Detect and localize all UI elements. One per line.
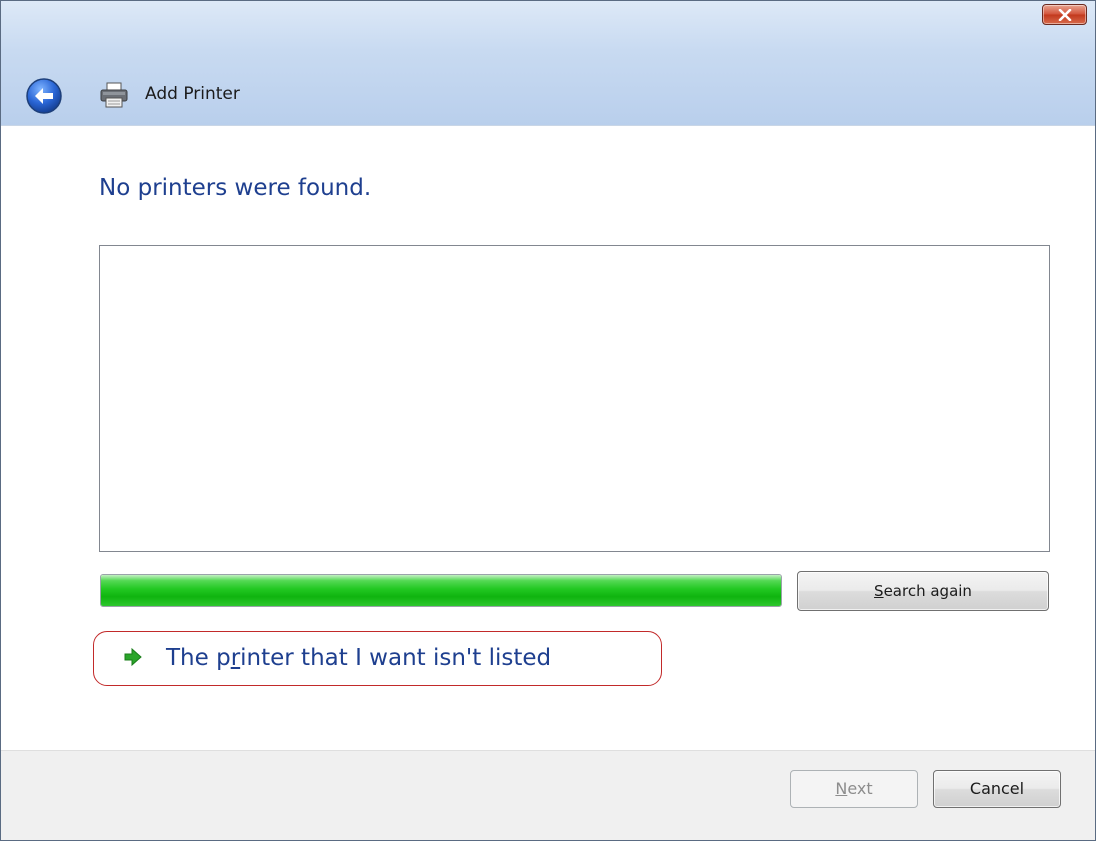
back-arrow-icon (26, 78, 62, 114)
search-again-button[interactable]: Search again (797, 571, 1049, 611)
next-button[interactable]: Next (790, 770, 918, 808)
back-button[interactable] (25, 77, 63, 115)
printer-list[interactable] (99, 245, 1050, 552)
dialog-footer (1, 750, 1095, 840)
printer-not-listed-link[interactable]: The printer that I want isn't listed (93, 631, 662, 686)
cancel-label: Cancel (969, 779, 1025, 798)
title-bar: Add Printer (1, 1, 1095, 126)
search-again-label: Search again (874, 582, 972, 600)
green-arrow-icon (124, 647, 142, 667)
cancel-button[interactable]: Cancel (933, 770, 1061, 808)
search-progress-bar (100, 574, 782, 607)
printer-icon (99, 82, 129, 108)
next-label: Next (835, 779, 873, 798)
printer-not-listed-label: The printer that I want isn't listed (166, 645, 552, 671)
page-heading: No printers were found. (99, 175, 372, 201)
search-progress-fill (101, 575, 781, 606)
add-printer-window: Add Printer No printers were found. Sear… (0, 0, 1096, 841)
close-x-icon (1058, 8, 1071, 21)
window-title: Add Printer (145, 84, 240, 104)
close-button[interactable] (1042, 4, 1087, 25)
